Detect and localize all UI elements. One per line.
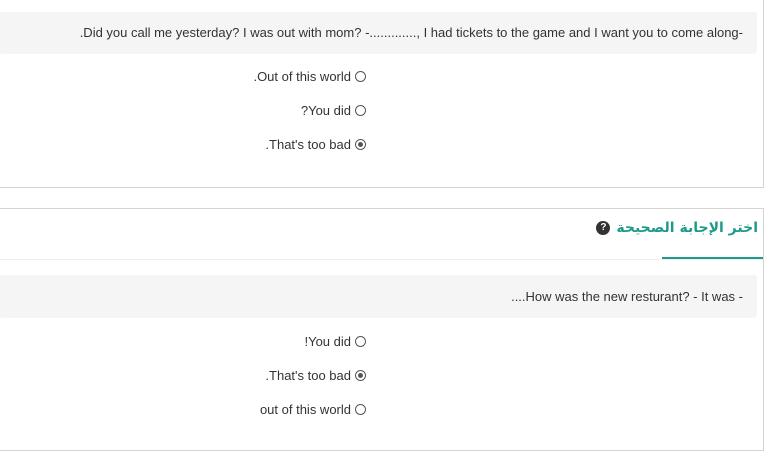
radio-button[interactable]: [355, 335, 366, 347]
radio-button-checked[interactable]: [355, 138, 366, 150]
answer-option-selected[interactable]: .That's too bad: [265, 367, 366, 383]
card-title-text: اختر الإجابة الصحيحة: [616, 220, 758, 236]
card-title: اختر الإجابة الصحيحة ?: [596, 220, 758, 236]
answer-option[interactable]: out of this world: [260, 401, 366, 417]
answer-option[interactable]: .Out of this world: [253, 68, 366, 84]
answer-option-selected[interactable]: .That's too bad: [265, 136, 366, 152]
option-label: .Out of this world: [253, 68, 351, 84]
radio-button-checked[interactable]: [355, 369, 366, 381]
option-label: .That's too bad: [265, 367, 351, 383]
question-card-2: اختر الإجابة الصحيحة ? ....How was the n…: [0, 208, 764, 451]
question-text: .Did you call me yesterday? I was out wi…: [0, 12, 757, 54]
option-label: out of this world: [259, 401, 351, 417]
answer-option[interactable]: ?You did: [301, 102, 366, 118]
option-label: ?You did: [300, 102, 351, 118]
question-card-1: .Did you call me yesterday? I was out wi…: [0, 0, 764, 188]
option-label: !You did: [304, 333, 351, 349]
radio-button[interactable]: [355, 70, 366, 82]
radio-button[interactable]: [355, 104, 366, 116]
radio-button[interactable]: [355, 403, 366, 415]
title-underline: [662, 257, 763, 259]
card-header: اختر الإجابة الصحيحة ?: [0, 209, 763, 260]
question-text: ....How was the new resturant? - It was …: [0, 275, 757, 318]
answer-option[interactable]: !You did: [304, 333, 366, 349]
option-label: .That's too bad: [265, 136, 351, 152]
help-icon[interactable]: ?: [596, 221, 611, 235]
